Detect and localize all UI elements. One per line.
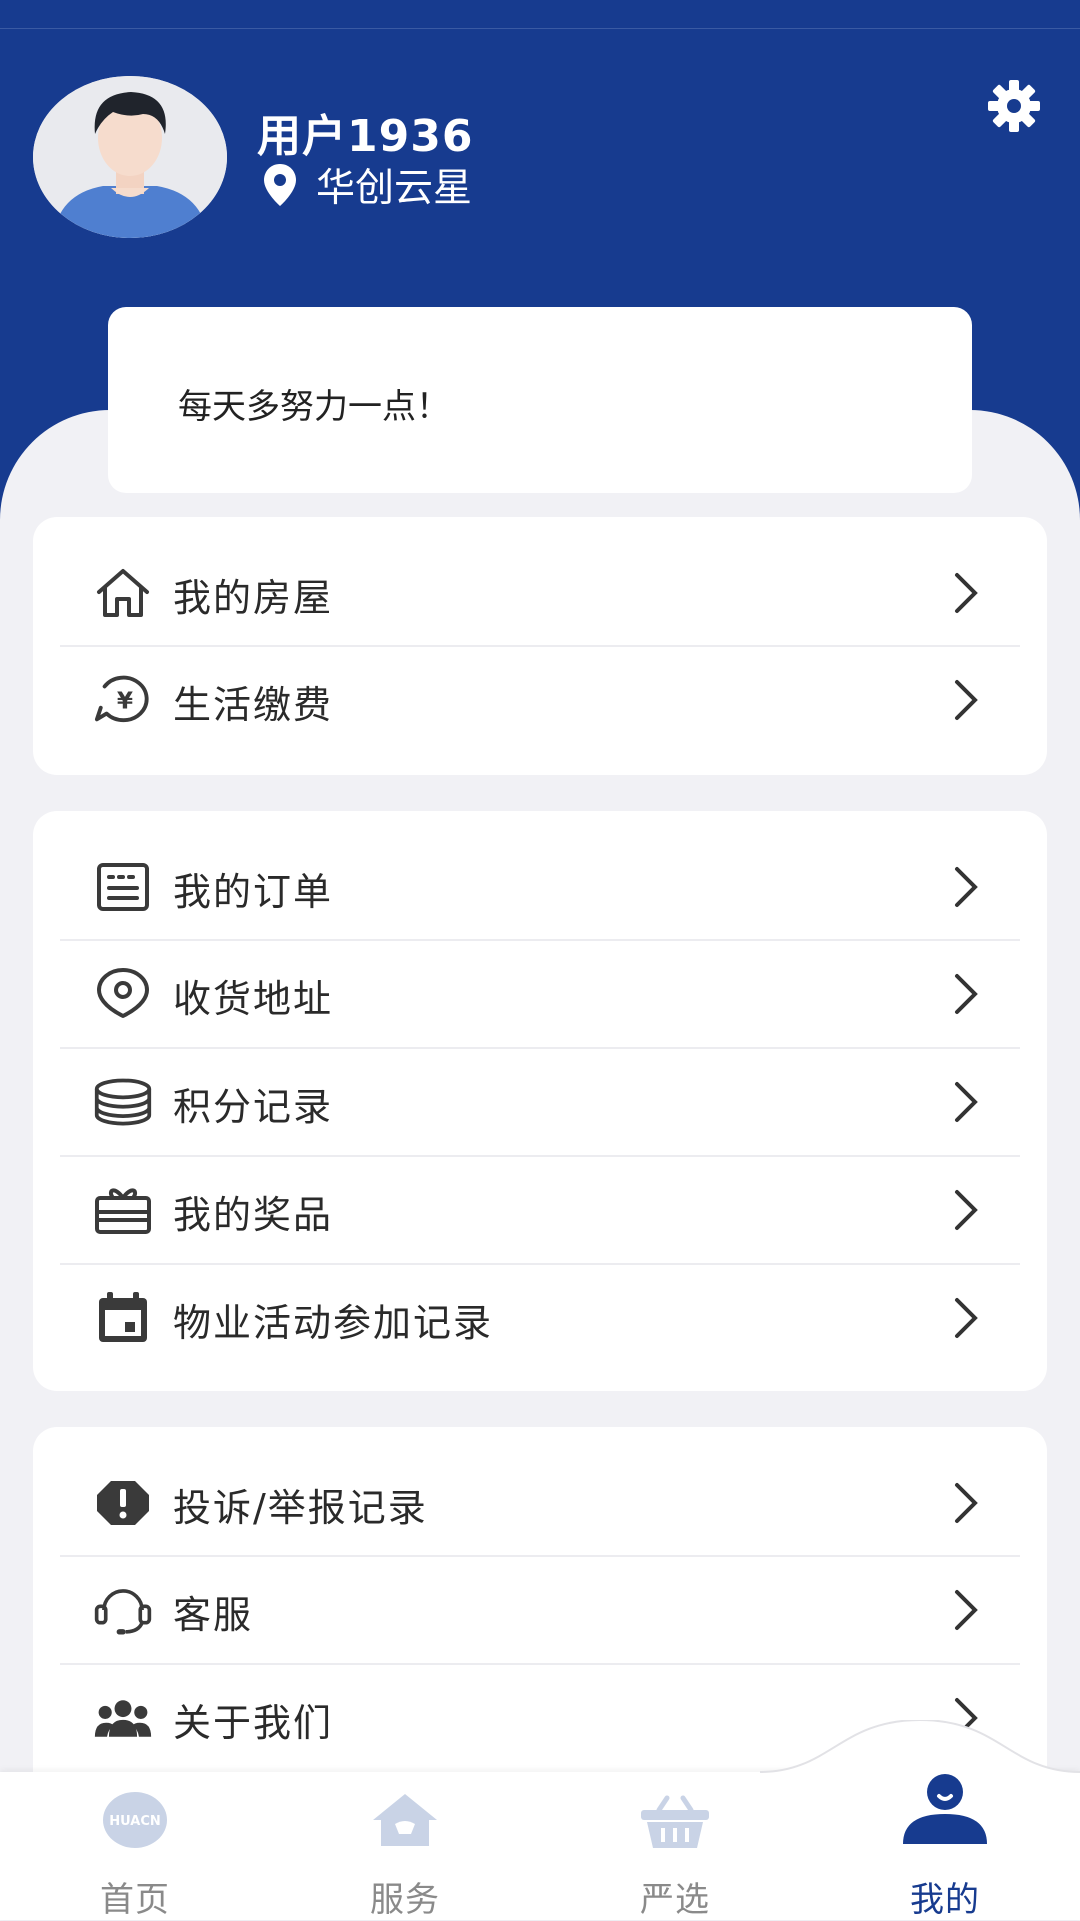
location-pin-icon [264,164,296,206]
logo-text: HUACN [109,1814,161,1829]
tab-mine[interactable]: 我的 [810,1772,1080,1920]
status-divider [0,28,1080,29]
menu-item-customer-service[interactable]: 客服 [33,1556,1047,1663]
location-text: 华创云星 [316,166,473,211]
menu-item-my-orders[interactable]: 我的订单 [33,833,1047,940]
tab-select[interactable]: 严选 [540,1772,810,1920]
menu-card-home: 我的房屋 ¥ 生活缴费 [33,517,1047,775]
menu-item-bill-payment[interactable]: ¥ 生活缴费 [33,646,1047,753]
settings-gear-icon[interactable] [986,78,1042,134]
chevron-right-icon [955,974,978,1014]
chevron-right-icon [955,680,978,720]
menu-item-label: 我的订单 [173,870,334,914]
username: 用户1936 [257,111,474,162]
menu-item-my-prizes[interactable]: 我的奖品 [33,1156,1047,1263]
chevron-right-icon [955,1190,978,1230]
menu-item-label: 生活缴费 [173,683,334,727]
chevron-right-icon [955,1590,978,1630]
menu-item-complaint-record[interactable]: 投诉/举报记录 [33,1449,1047,1556]
calendar-icon [93,1288,153,1348]
menu-item-my-house[interactable]: 我的房屋 [33,539,1047,646]
chevron-right-icon [955,1483,978,1523]
gift-box-icon [93,1180,153,1240]
menu-item-label: 投诉/举报记录 [173,1486,428,1530]
motto-text: 每天多努力一点！ [178,387,450,427]
coin-stack-icon [93,1072,153,1132]
order-icon [93,857,153,917]
menu-item-label: 关于我们 [173,1701,334,1745]
avatar-person-icon [33,76,227,238]
menu-item-activity-record[interactable]: 物业活动参加记录 [33,1264,1047,1371]
tab-home[interactable]: HUACN 首页 [0,1772,270,1920]
menu-item-label: 收货地址 [173,977,334,1021]
svg-text:¥: ¥ [117,688,133,715]
menu-item-label: 我的房屋 [173,576,334,620]
menu-item-points-record[interactable]: 积分记录 [33,1048,1047,1155]
chevron-right-icon [955,867,978,907]
group-icon [93,1688,153,1748]
menu-card-orders: 我的订单 收货地址 积分记录 我的奖品 物业活动参加记录 [33,811,1047,1391]
service-house-icon [373,1794,437,1846]
alert-octagon-icon [93,1473,153,1533]
tab-service[interactable]: 服务 [270,1772,540,1920]
location: 华创云星 [262,160,473,211]
tab-label: 首页 [100,1880,170,1920]
yuan-bill-icon: ¥ [93,670,153,730]
avatar[interactable] [33,76,227,238]
motto-card: 每天多努力一点！ [108,307,972,493]
house-icon [93,563,153,623]
chevron-right-icon [955,1298,978,1338]
user-profile-icon [903,1774,987,1844]
menu-item-label: 客服 [173,1593,254,1637]
menu-item-label: 积分记录 [173,1085,334,1129]
chevron-right-icon [955,573,978,613]
basket-icon [641,1795,709,1848]
tab-label: 我的 [910,1880,980,1920]
address-pin-icon [93,964,153,1024]
huacn-logo-icon: HUACN [103,1792,167,1848]
headset-icon [93,1580,153,1640]
tab-label: 服务 [370,1880,440,1920]
tab-label: 严选 [640,1880,710,1920]
chevron-right-icon [955,1082,978,1122]
menu-item-label: 我的奖品 [173,1193,334,1237]
menu-item-label: 物业活动参加记录 [173,1301,494,1345]
menu-item-shipping-address[interactable]: 收货地址 [33,940,1047,1047]
